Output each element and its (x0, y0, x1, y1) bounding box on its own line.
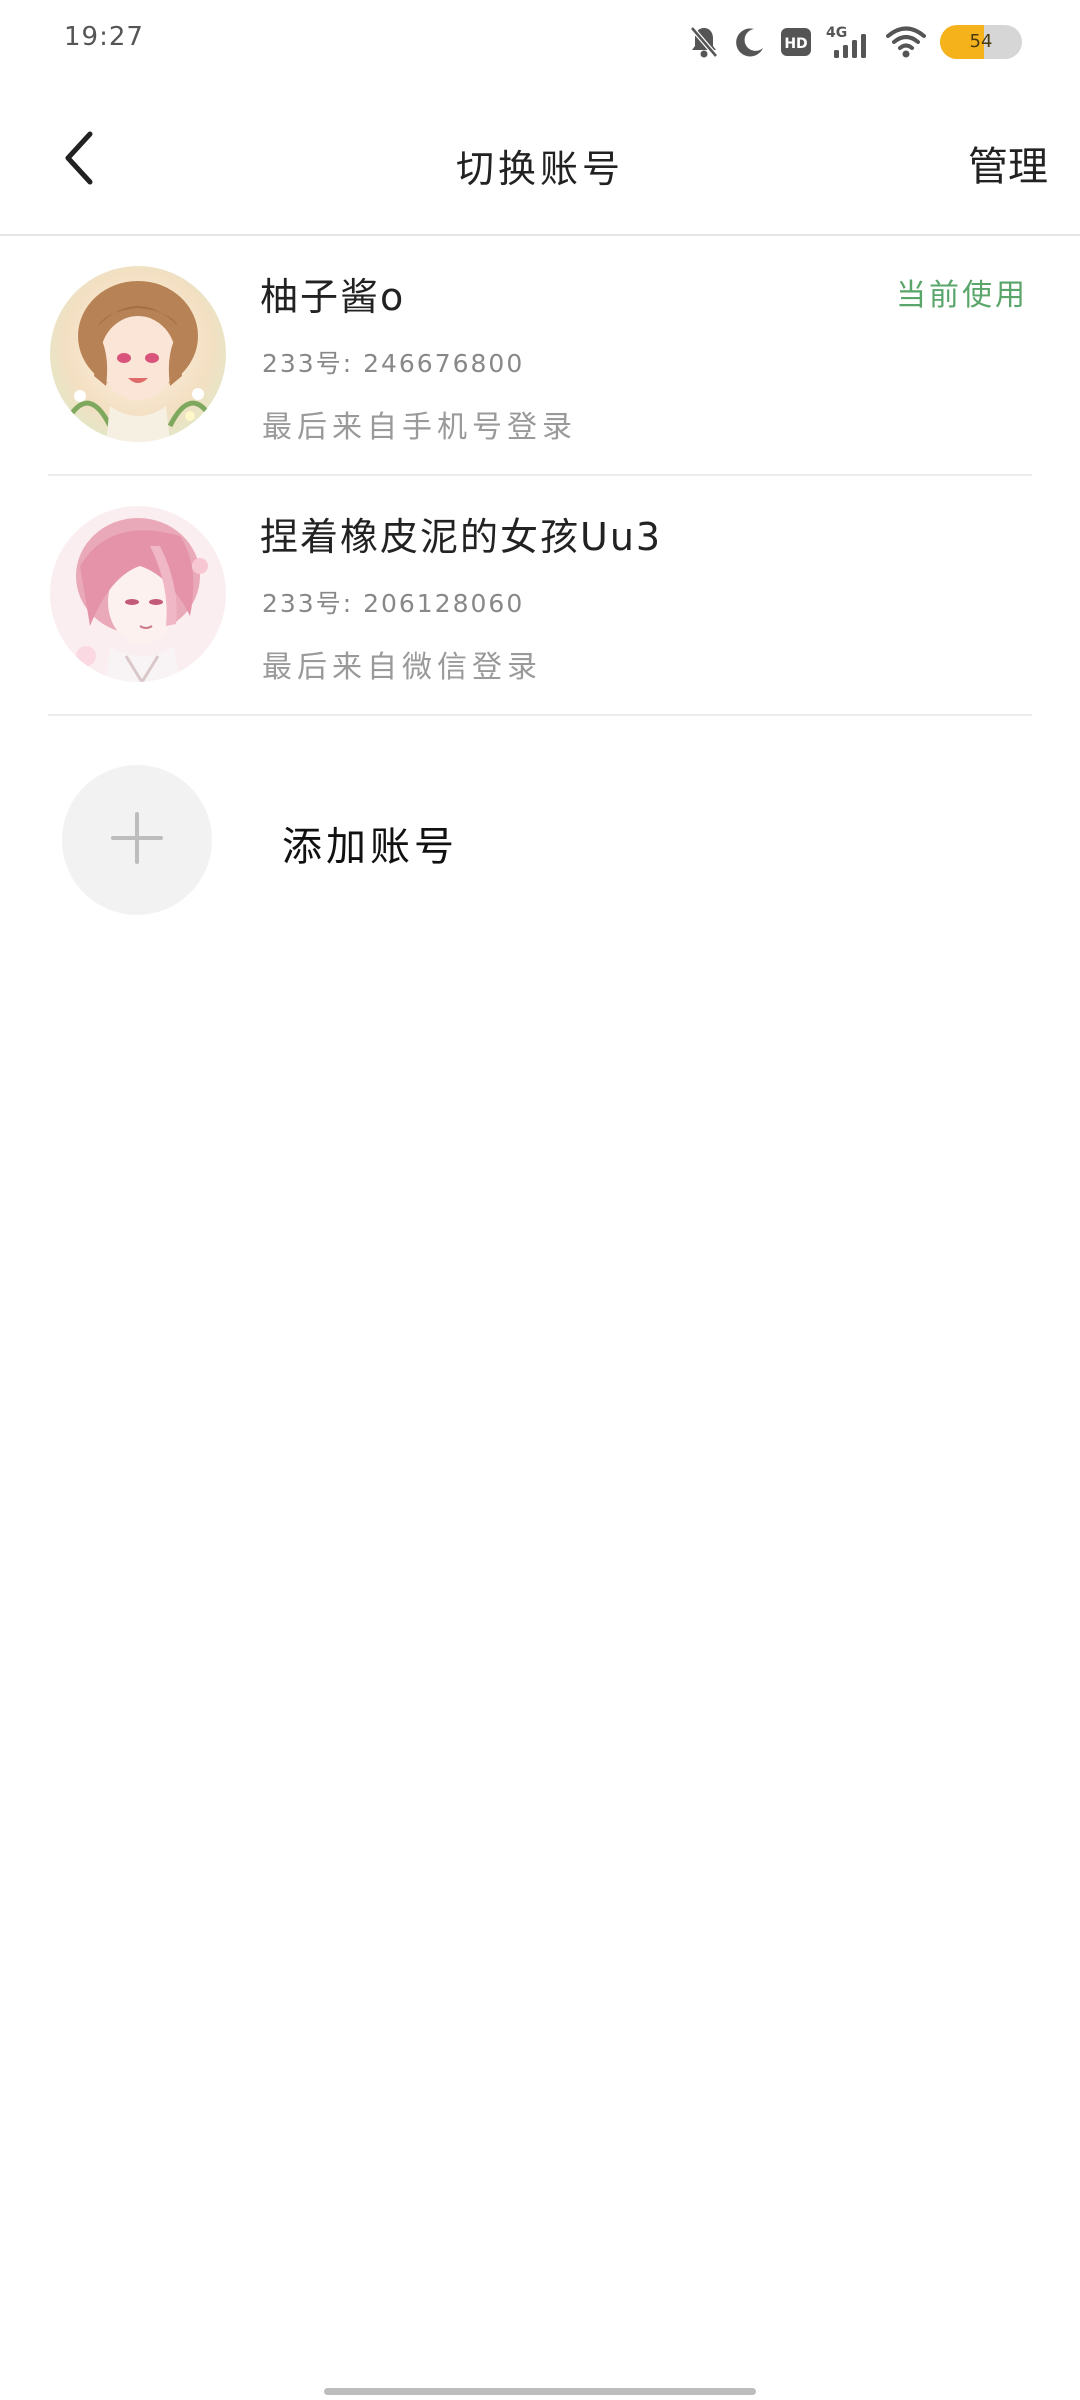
nav-bar: 切换账号 管理 (0, 100, 1080, 236)
avatar (50, 266, 226, 442)
avatar (50, 506, 226, 682)
account-item-current[interactable]: 柚子酱o 当前使用 233号: 246676800 最后来自手机号登录 (0, 236, 1080, 476)
divider (48, 714, 1032, 716)
account-login-source: 最后来自手机号登录 (262, 410, 577, 445)
status-bar: 19:27 HD 4G 54 (0, 0, 1080, 84)
network-label: 4G (826, 25, 847, 41)
account-id: 233号: 246676800 (262, 349, 525, 378)
home-indicator[interactable] (324, 2388, 756, 2395)
account-id: 233号: 206128060 (262, 589, 525, 618)
signal-4g-icon: 4G (826, 24, 872, 60)
account-login-source: 最后来自微信登录 (262, 650, 542, 685)
account-name: 捏着橡皮泥的女孩Uu3 (260, 515, 663, 559)
status-icons: HD 4G 54 (688, 18, 1022, 66)
page-title: 切换账号 (455, 147, 624, 191)
add-account-button[interactable]: 添加账号 (0, 760, 1080, 920)
status-time: 19:27 (64, 22, 144, 52)
battery-level: 54 (969, 31, 993, 52)
plus-icon (110, 811, 164, 869)
current-badge: 当前使用 (896, 278, 1028, 313)
add-account-circle (62, 765, 212, 915)
account-list: 柚子酱o 当前使用 233号: 246676800 最后来自手机号登录 捏着橡皮 (0, 236, 1080, 716)
account-name: 柚子酱o (260, 275, 406, 319)
battery-icon: 54 (940, 25, 1022, 59)
moon-icon (734, 26, 766, 58)
add-account-label: 添加账号 (282, 824, 458, 870)
bell-off-icon (688, 24, 720, 60)
manage-button[interactable]: 管理 (968, 134, 1048, 192)
wifi-icon (886, 25, 926, 59)
account-item[interactable]: 捏着橡皮泥的女孩Uu3 233号: 206128060 最后来自微信登录 (0, 476, 1080, 716)
hd-label: HD (784, 36, 807, 52)
hd-icon: HD (780, 27, 812, 57)
